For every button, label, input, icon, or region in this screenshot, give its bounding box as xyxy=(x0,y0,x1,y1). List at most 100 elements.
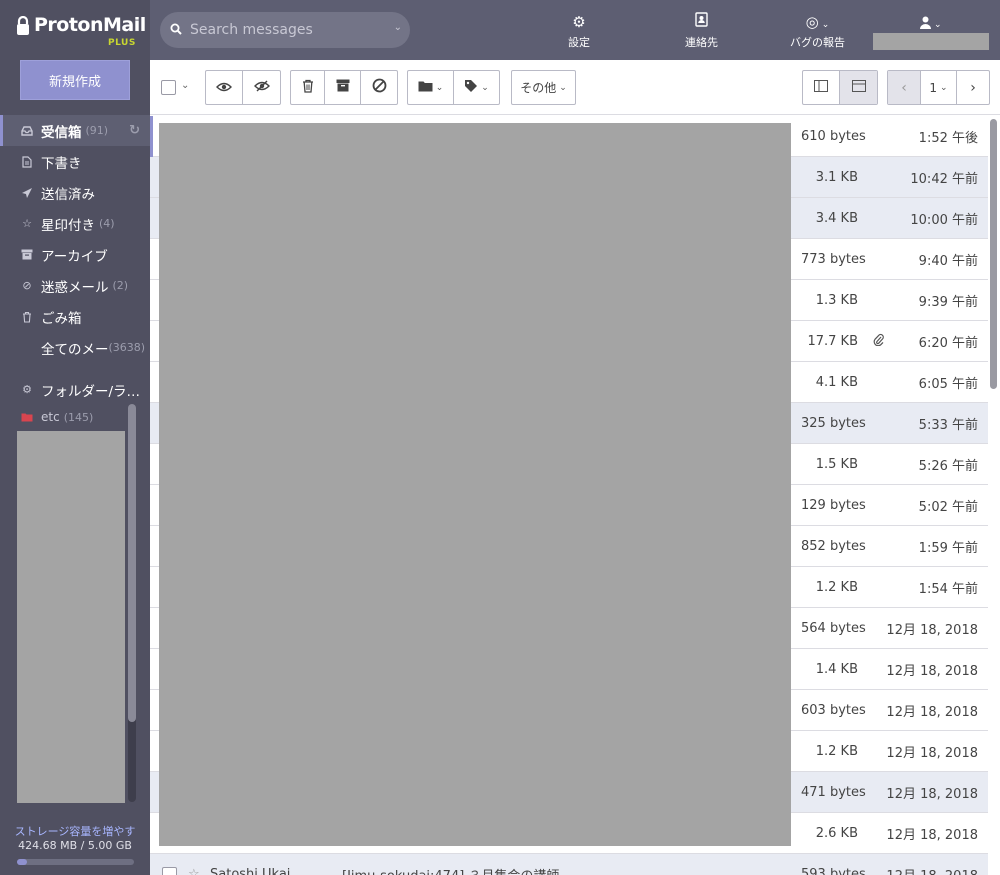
message-list-scrollbar[interactable] xyxy=(990,119,997,389)
address-book-icon xyxy=(685,12,718,32)
sidebar-item-spam[interactable]: ⊘ 迷惑メール (2) xyxy=(0,270,150,301)
star-icon[interactable]: ☆ xyxy=(188,867,200,875)
send-icon xyxy=(20,186,34,200)
sidebar-item-starred[interactable]: ☆ 星印付き (4) xyxy=(0,208,150,239)
message-sender: Satoshi Ukai xyxy=(210,866,291,875)
message-time: 1:59 午前 xyxy=(918,540,978,556)
row-layout-button[interactable] xyxy=(840,71,877,104)
sidebar-item-label: 全てのメー xyxy=(41,341,109,358)
previous-page-button[interactable]: ‹ xyxy=(888,71,921,104)
sidebar-item-label: 迷惑メール xyxy=(41,279,109,296)
sidebar-scrollbar[interactable] xyxy=(128,404,136,802)
message-time: 6:05 午前 xyxy=(918,376,978,392)
message-time: 10:00 午前 xyxy=(910,212,978,228)
message-time: 5:33 午前 xyxy=(918,417,978,433)
message-time: 12月 18, 2018 xyxy=(886,622,978,638)
layout-toggle-group xyxy=(802,70,878,105)
redacted-message-details xyxy=(159,123,791,846)
message-size: 1.2 KB xyxy=(815,579,858,595)
message-size: 1.4 KB xyxy=(815,661,858,677)
chevron-down-icon: ⌄ xyxy=(940,82,948,93)
message-size: 129 bytes xyxy=(801,497,866,513)
sidebar-item-trash[interactable]: ごみ箱 xyxy=(0,301,150,332)
mark-read-button[interactable] xyxy=(206,71,243,104)
logo-text: ProtonMail xyxy=(34,14,146,36)
chevron-down-icon: ⌄ xyxy=(481,82,489,93)
sidebar-item-inbox[interactable]: 受信箱 (91) ↻ xyxy=(0,115,150,146)
contacts-button[interactable]: 連絡先 xyxy=(685,12,718,50)
message-size: 325 bytes xyxy=(801,415,866,431)
compose-button[interactable]: 新規作成 xyxy=(20,60,130,100)
select-all-checkbox[interactable] xyxy=(161,80,176,95)
tag-icon xyxy=(464,79,478,97)
apply-label-button[interactable]: ⌄ xyxy=(454,71,499,104)
message-size: 1.3 KB xyxy=(815,292,858,308)
message-time: 5:02 午前 xyxy=(918,499,978,515)
sidebar-item-all-mail[interactable]: 全てのメー (3638) xyxy=(0,332,150,363)
storage-usage: 424.68 MB / 5.00 GB xyxy=(18,839,132,852)
block-icon xyxy=(372,78,387,97)
paperclip-icon xyxy=(873,333,884,350)
folder-count: (145) xyxy=(63,410,94,424)
lock-logo-icon xyxy=(17,16,29,35)
next-page-button[interactable]: › xyxy=(957,71,989,104)
archive-button[interactable] xyxy=(325,71,361,104)
more-actions-button[interactable]: その他 ⌄ xyxy=(512,71,575,104)
message-size: 17.7 KB xyxy=(807,333,858,349)
folders-labels-link[interactable]: ⚙ フォルダー/ラ… xyxy=(0,374,150,405)
message-size: 773 bytes xyxy=(801,251,866,267)
sidebar-item-drafts[interactable]: 下書き xyxy=(0,146,150,177)
search-options-chevron-icon[interactable]: ⌄ xyxy=(394,22,402,33)
message-time: 5:26 午前 xyxy=(918,458,978,474)
contacts-label: 連絡先 xyxy=(685,36,718,49)
upgrade-storage-link[interactable]: ストレージ容量を増やす xyxy=(0,823,150,839)
protonmail-logo[interactable]: ProtonMail PLUS xyxy=(16,14,146,48)
search-input[interactable] xyxy=(190,22,380,38)
pagination-group: ‹ 1 ⌄ › xyxy=(887,70,990,105)
message-time: 12月 18, 2018 xyxy=(886,745,978,761)
sidebar-item-sent[interactable]: 送信済み xyxy=(0,177,150,208)
inbox-icon xyxy=(20,124,34,138)
sidebar-folder-etc[interactable]: etc (145) xyxy=(0,405,125,429)
spam-button[interactable] xyxy=(361,71,397,104)
message-size: 564 bytes xyxy=(801,620,866,636)
mark-unread-button[interactable] xyxy=(243,71,280,104)
settings-button[interactable]: ⚙ 設定 xyxy=(568,12,590,50)
starred-count: (4) xyxy=(99,217,115,230)
sidebar-scrollbar-thumb[interactable] xyxy=(128,404,136,722)
redacted-folder-list xyxy=(17,431,125,803)
lifebuoy-icon: ◎ ⌄ xyxy=(805,13,830,31)
folder-icon xyxy=(20,410,34,424)
message-size: 1.2 KB xyxy=(815,743,858,759)
refresh-icon[interactable]: ↻ xyxy=(129,123,140,138)
chevron-right-icon: › xyxy=(970,79,976,96)
selected-row-accent xyxy=(150,116,153,157)
column-layout-button[interactable] xyxy=(803,71,840,104)
select-options-chevron-icon[interactable]: ⌄ xyxy=(181,80,189,91)
message-time: 9:39 午前 xyxy=(918,294,978,310)
trash-button[interactable] xyxy=(291,71,325,104)
message-size: 1.5 KB xyxy=(815,456,858,472)
search-icon xyxy=(170,23,182,38)
search-box[interactable]: ⌄ xyxy=(160,12,410,48)
message-row[interactable]: ☆ Satoshi Ukai [Jimu-sokudai:474] ３月集会の講師 5… xyxy=(150,854,988,875)
message-checkbox[interactable] xyxy=(162,866,177,875)
archive-icon xyxy=(20,248,34,262)
more-label: その他 xyxy=(520,81,557,95)
archive-icon xyxy=(336,79,350,96)
read-unread-group xyxy=(205,70,281,105)
sidebar-item-archive[interactable]: アーカイブ xyxy=(0,239,150,270)
user-icon: ⌄ xyxy=(920,12,942,32)
message-time: 12月 18, 2018 xyxy=(886,827,978,843)
bug-report-button[interactable]: ◎ ⌄ バグの報告 xyxy=(790,12,845,50)
redacted-user-email xyxy=(873,33,989,50)
settings-label: 設定 xyxy=(568,36,590,49)
sidebar-item-label: アーカイブ xyxy=(41,248,108,265)
move-to-folder-button[interactable]: ⌄ xyxy=(408,71,454,104)
eye-icon xyxy=(216,80,232,96)
user-menu-button[interactable]: ⌄ xyxy=(920,12,942,32)
bug-report-label: バグの報告 xyxy=(790,36,845,49)
page-selector[interactable]: 1 ⌄ xyxy=(921,71,957,104)
storage-bar-fill xyxy=(17,859,27,865)
message-subject: [Jimu-sokudai:474] ３月集会の講師 xyxy=(342,865,559,875)
